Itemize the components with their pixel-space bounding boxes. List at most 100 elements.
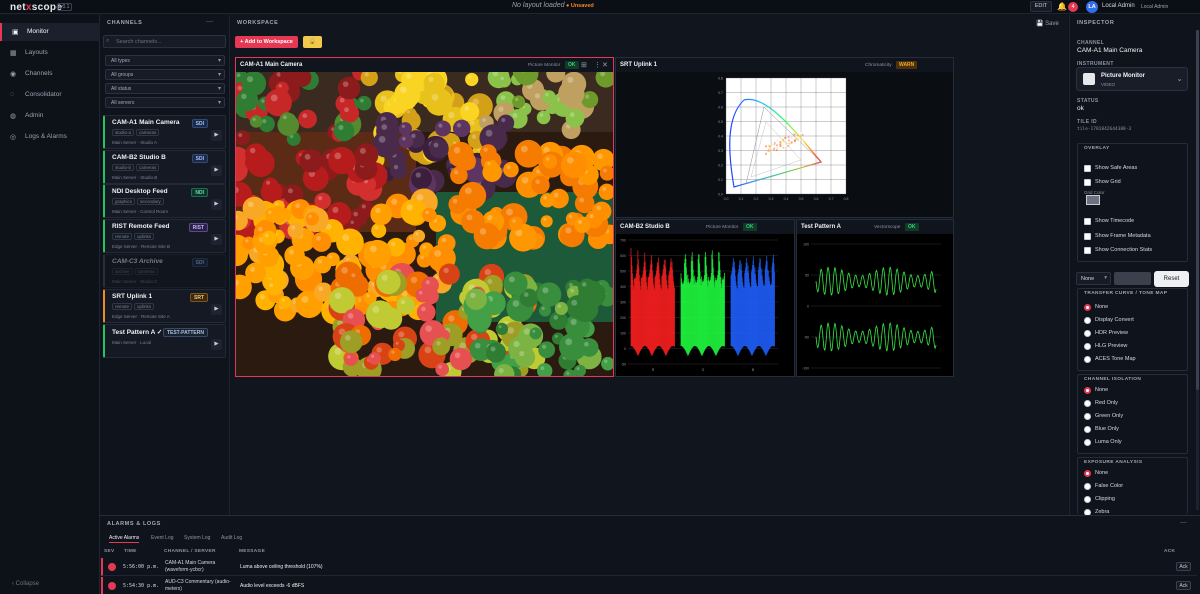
tab-system-log[interactable]: System Log	[184, 535, 210, 541]
y-tick-label: -50	[804, 336, 809, 340]
fruit-highlight	[334, 292, 342, 299]
channel-card[interactable]: CAM-A1 Main Camera SDI studio-a cameras Main…	[103, 115, 226, 149]
add-to-workspace-button[interactable]: + Add to Workspace	[235, 36, 298, 48]
filter-servers[interactable]: All servers ▾	[105, 97, 225, 108]
filter-groups[interactable]: All groups ▾	[105, 69, 225, 80]
grid-icon[interactable]: ⊞	[581, 61, 587, 69]
nav-item-layouts[interactable]: ▦ Layouts	[0, 44, 100, 62]
save-button[interactable]: 💾 Save	[1036, 20, 1059, 27]
fruit	[565, 108, 585, 128]
play-icon[interactable]: ▶	[211, 339, 222, 350]
notification-count[interactable]: 4	[1068, 2, 1078, 12]
fruit-highlight	[282, 115, 287, 120]
fruit	[529, 327, 542, 340]
avatar[interactable]: LA	[1086, 1, 1098, 13]
play-icon[interactable]: ▶	[211, 199, 222, 210]
instrument-select[interactable]: Picture Monitor VIDEO ⌄	[1076, 67, 1188, 91]
channel-card[interactable]: CAM-C3 Archive SDI archive cameras Main Serv…	[103, 254, 226, 288]
radio-red-only[interactable]	[1084, 400, 1091, 407]
radio-green-only[interactable]	[1084, 413, 1091, 420]
ack-button[interactable]: Ack	[1176, 562, 1191, 571]
ack-button[interactable]: Ack	[1176, 581, 1191, 590]
tab-audit-log[interactable]: Audit Log	[221, 535, 242, 541]
fruit-highlight	[436, 341, 441, 346]
logo[interactable]: netxscope	[10, 2, 62, 13]
tab-active-alarms[interactable]: Active Alarms	[109, 535, 140, 543]
filter-status[interactable]: All status ▾	[105, 83, 225, 94]
lock-icon[interactable]: 🔒	[303, 36, 322, 48]
radio-isolation-none[interactable]	[1084, 387, 1091, 394]
fruit-highlight	[602, 186, 607, 191]
channel-card[interactable]: NDI Desktop Feed NDI graphics secondary Main…	[103, 184, 226, 218]
play-icon[interactable]: ▶	[211, 130, 222, 141]
reset-button[interactable]: Reset	[1154, 271, 1189, 287]
fruit-highlight	[448, 315, 455, 322]
user-name[interactable]: Local Admin	[1102, 3, 1135, 9]
scrollbar-thumb[interactable]	[1196, 30, 1199, 390]
radio-hdr-preview[interactable]	[1084, 330, 1091, 337]
radio-clipping[interactable]	[1084, 496, 1091, 503]
fruit-highlight	[567, 76, 574, 83]
nav-item-admin[interactable]: ◍ Admin	[0, 107, 100, 125]
channel-card[interactable]: SRT Uplink 1 SRT remote uplinks Edge Server …	[103, 289, 226, 323]
channel-card[interactable]: RIST Remote Feed RIST remote uplinks Edge Se…	[103, 219, 226, 253]
radio-exposure-none[interactable]	[1084, 470, 1091, 477]
fruit-highlight	[418, 290, 423, 295]
radio-aces-tone-map[interactable]	[1084, 356, 1091, 363]
filter-types[interactable]: All types ▾	[105, 55, 225, 66]
grid-color-swatch[interactable]	[1086, 195, 1100, 205]
collapse-button[interactable]: ‹ Collapse	[12, 581, 39, 587]
fruit-highlight	[570, 288, 575, 293]
tile-cam-b2[interactable]: CAM-B2 Studio B Picture Monitor OK 700 60…	[615, 219, 795, 377]
radio-false-color[interactable]	[1084, 483, 1091, 490]
play-icon[interactable]: ▶	[211, 165, 222, 176]
close-icon[interactable]: ✕	[602, 61, 608, 69]
alarm-channel: AUD-C3 Commentary (audio-meters)	[165, 579, 231, 592]
checkbox-timecode[interactable]	[1084, 218, 1091, 225]
cie-sample-point	[788, 142, 791, 145]
bell-icon[interactable]: 🔔	[1057, 2, 1067, 11]
radio-display-convert[interactable]	[1084, 317, 1091, 324]
channel-card[interactable]: Test Pattern A ✓ TEST-PATTERN Main Server …	[103, 324, 226, 358]
inspector-scrollbar[interactable]	[1196, 30, 1199, 510]
tile-cam-a1[interactable]: CAM-A1 Main Camera Picture Monitor OK ⊞ …	[235, 57, 614, 377]
channel-search[interactable]: ⌕	[103, 35, 226, 48]
cie-sample-point	[779, 144, 782, 147]
minimize-icon[interactable]: —	[1180, 519, 1187, 526]
alarm-row[interactable]: 5:54:30 p.m. AUD-C3 Commentary (audio-me…	[101, 577, 1197, 594]
alarm-row[interactable]: 5:56:00 p.m. CAM-A1 Main Camera (wavefor…	[101, 558, 1197, 576]
edit-button[interactable]: EDIT	[1030, 1, 1052, 12]
nav-item-channels[interactable]: ◉ Channels	[0, 65, 100, 83]
preset-select[interactable]: None ▾	[1076, 272, 1111, 285]
more-icon[interactable]: —	[206, 18, 213, 25]
checkbox-grid[interactable]	[1084, 179, 1091, 186]
play-icon[interactable]: ▶	[211, 234, 222, 245]
top-bar: netxscope v0.1 No layout loaded ● Unsave…	[0, 0, 1200, 14]
checkbox-safe-areas[interactable]	[1084, 165, 1091, 172]
play-icon[interactable]: ▶	[211, 304, 222, 315]
radio-luma-only[interactable]	[1084, 439, 1091, 446]
channel-type-badge: TEST-PATTERN	[162, 328, 208, 337]
fruit-highlight	[410, 276, 418, 284]
tile-test-pattern[interactable]: Test Pattern A Vectorscope OK 100 50 0 -50 -…	[796, 219, 954, 377]
fruit-highlight	[498, 106, 504, 112]
checkbox-frame-metadata[interactable]	[1084, 233, 1091, 240]
fruit-highlight	[468, 75, 472, 79]
radio-hlg-preview[interactable]	[1084, 343, 1091, 350]
channel-card[interactable]: CAM-B2 Studio B SDI studio-b cameras Main Se…	[103, 150, 226, 184]
fruit-highlight	[545, 157, 550, 161]
checkbox-connection-stats[interactable]	[1084, 247, 1091, 254]
nav-item-monitor[interactable]: ▣ Monitor	[0, 23, 100, 41]
radio-transfer-none[interactable]	[1084, 304, 1091, 311]
fruit	[339, 330, 363, 354]
nav-item-logs[interactable]: ◎ Logs & Alarms	[0, 128, 100, 146]
more-vert-icon[interactable]: ⋮	[594, 61, 601, 69]
radio-blue-only[interactable]	[1084, 426, 1091, 433]
tab-event-log[interactable]: Event Log	[151, 535, 174, 541]
tile-srt-uplink[interactable]: SRT Uplink 1 Chromaticity WARN 0.8 0.0 0.7…	[615, 57, 954, 218]
cie-sample-point	[768, 150, 771, 153]
fruit-highlight	[485, 129, 493, 137]
nav-item-consolidator[interactable]: ◌ Consolidator	[0, 86, 100, 104]
search-input[interactable]	[116, 37, 224, 47]
apply-button[interactable]	[1114, 272, 1151, 285]
